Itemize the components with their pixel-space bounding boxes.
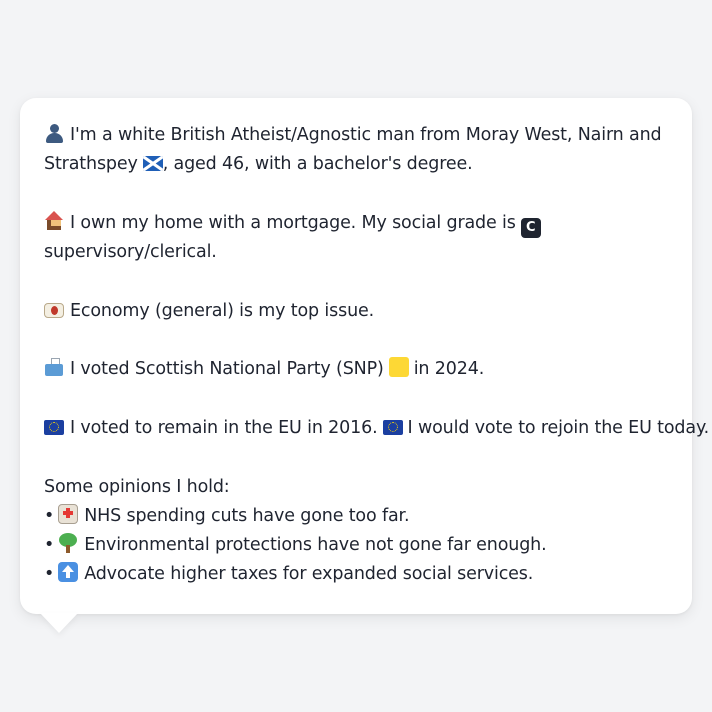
eu-flag-icon <box>382 419 403 435</box>
home-line-2: supervisory/clerical. <box>44 238 672 267</box>
vote-paragraph: I voted Scottish National Party (SNP) in … <box>44 355 672 384</box>
persona-message-bubble: I'm a white British Atheist/Agnostic man… <box>20 98 709 614</box>
opinion-item: • Advocate higher taxes for expanded soci… <box>44 560 672 589</box>
intro-text-1: I'm a white British Atheist/Agnostic man… <box>70 125 662 145</box>
bullet: • <box>44 535 55 556</box>
eu-flag-icon <box>44 419 64 435</box>
opinion-item: • NHS spending cuts have gone too far. <box>44 502 672 531</box>
person-icon <box>44 123 64 143</box>
opinions-heading: Some opinions I hold: <box>44 476 230 497</box>
house-icon <box>44 210 64 231</box>
issue-line: Economy (general) is my top issue. <box>44 297 672 326</box>
vote-line: I voted Scottish National Party (SNP) in … <box>44 355 672 384</box>
home-line-1: I own my home with a mortgage. My social… <box>44 209 672 238</box>
social-grade-c-icon: C <box>520 217 541 238</box>
opinions-section: Some opinions I hold: • NHS spending cuts… <box>44 473 672 590</box>
eu-text-a: I voted to remain in the EU in 2016. <box>70 417 378 438</box>
tree-icon <box>58 533 78 554</box>
home-text-1: I own my home with a mortgage. My social… <box>70 212 516 233</box>
home-paragraph: I own my home with a mortgage. My social… <box>44 209 672 268</box>
opinion-text: Advocate higher taxes for expanded socia… <box>84 564 534 585</box>
eu-paragraph: I voted to remain in the EU in 2016. I wo… <box>44 414 709 443</box>
eu-line: I voted to remain in the EU in 2016. I wo… <box>44 414 709 443</box>
intro-text-2: , aged 46, with a bachelor's degree. <box>162 154 473 175</box>
flag-scotland-icon <box>142 156 163 172</box>
opinion-text: Environmental protections have not gone … <box>84 535 547 556</box>
intro-paragraph: I'm a white British Atheist/Agnostic man… <box>44 121 672 180</box>
intro-constituency-end: Strathspey <box>44 154 138 175</box>
bullet: • <box>44 505 55 526</box>
money-icon <box>44 302 64 318</box>
intro-line-2: Strathspey , aged 46, with a bachelor's d… <box>44 150 672 179</box>
ballot-box-icon <box>44 357 64 377</box>
issue-paragraph: Economy (general) is my top issue. <box>44 297 672 326</box>
bullet: • <box>44 564 55 585</box>
yellow-square-icon <box>388 357 409 378</box>
eu-text-b: I would vote to rejoin the EU today. <box>407 417 710 438</box>
up-arrow-icon <box>58 562 79 583</box>
intro-line-1: I'm a white British Atheist/Agnostic man… <box>44 121 672 150</box>
opinion-item: • Environmental protections have not gone… <box>44 531 672 560</box>
vote-text-b: in 2024. <box>413 359 485 380</box>
opinion-text: NHS spending cuts have gone too far. <box>84 505 410 526</box>
home-text-2: supervisory/clerical. <box>44 242 217 263</box>
hospital-icon <box>58 503 79 524</box>
issue-text: Economy (general) is my top issue. <box>70 300 375 321</box>
bubble-tail <box>40 613 78 633</box>
vote-text-a: I voted Scottish National Party (SNP) <box>70 359 384 380</box>
